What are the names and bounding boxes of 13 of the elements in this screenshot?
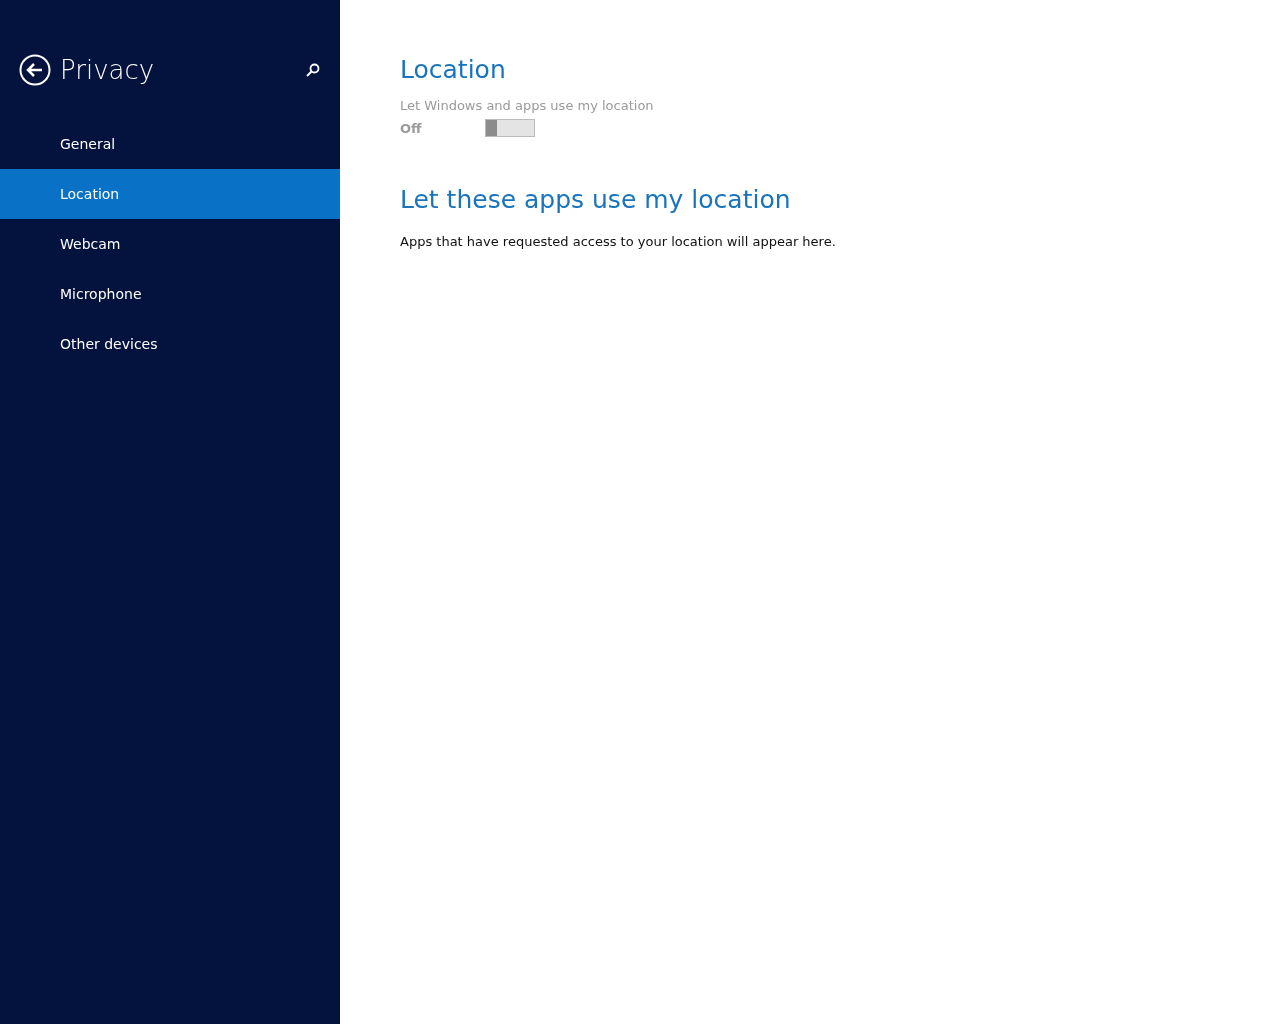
sidebar-title: Privacy: [60, 55, 156, 85]
sidebar-item[interactable]: Location: [0, 169, 340, 219]
search-icon[interactable]: [306, 63, 320, 77]
toggle-state-text: Off: [400, 120, 423, 136]
setting-label: Let Windows and apps use my location: [400, 98, 655, 113]
sidebar-item[interactable]: Webcam: [0, 219, 340, 269]
sidebar-item[interactable]: Other devices: [0, 319, 340, 369]
back-icon[interactable]: [19, 54, 51, 86]
sidebar-item[interactable]: General: [0, 119, 340, 169]
sidebar-item[interactable]: Microphone: [0, 269, 340, 319]
info-text: Apps that have requested access to your location will appear here.: [400, 234, 837, 249]
section-heading: Location: [400, 55, 507, 84]
section-heading: Let these apps use my location: [400, 185, 792, 214]
